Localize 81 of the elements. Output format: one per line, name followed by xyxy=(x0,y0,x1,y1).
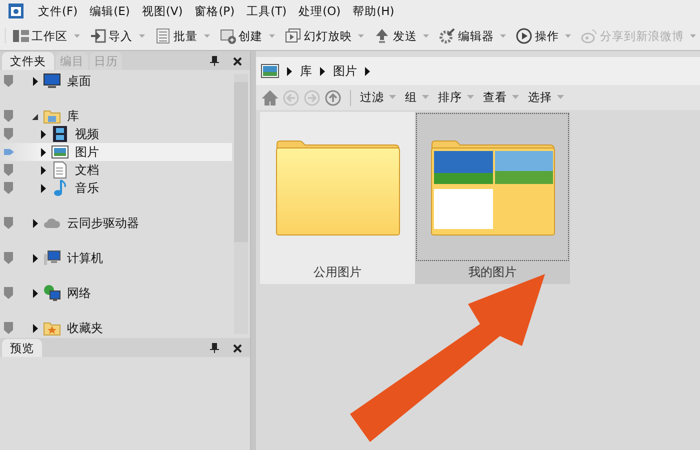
caret-icon xyxy=(389,95,396,100)
menu-item[interactable]: 视图(V) xyxy=(142,4,183,18)
menu-item[interactable]: 帮助(H) xyxy=(352,4,394,18)
breadcrumb-link[interactable]: 图片 xyxy=(333,62,357,80)
folder-with-photos-icon xyxy=(430,138,556,236)
picture-icon xyxy=(261,64,279,78)
caret-icon xyxy=(204,34,210,38)
folder-tile[interactable]: 公用图片 xyxy=(260,112,415,284)
folder-tile[interactable]: 我的图片 xyxy=(415,112,570,284)
folder-icon xyxy=(274,138,400,236)
toolbar-button[interactable]: 操作 xyxy=(514,26,561,46)
caret-icon xyxy=(138,34,145,38)
tree-item[interactable]: 云同步驱动器 xyxy=(67,214,139,232)
toolbar-button[interactable]: 导入 xyxy=(88,26,135,46)
app-icon xyxy=(8,3,24,19)
chevron-right-icon xyxy=(287,66,292,76)
monitor-icon xyxy=(43,72,61,90)
import-icon xyxy=(90,28,106,44)
toolbar-button[interactable]: 幻灯放映 xyxy=(282,26,354,46)
toolbar-menu[interactable]: 查看 xyxy=(483,90,507,105)
folder-label: 我的图片 xyxy=(468,264,516,280)
breadcrumb-link[interactable]: 库 xyxy=(300,62,312,80)
toolbar-button[interactable]: 创建 xyxy=(218,26,265,46)
pin-icon xyxy=(210,343,219,353)
caret-icon xyxy=(557,95,564,100)
document-icon xyxy=(51,161,69,179)
film-icon xyxy=(51,125,69,143)
slides-icon xyxy=(284,28,301,44)
caret-icon xyxy=(512,95,519,100)
menu-item[interactable]: 编辑(E) xyxy=(90,4,130,18)
tree-item[interactable]: 视频 xyxy=(75,126,99,142)
caret-icon xyxy=(564,34,571,38)
gear-brush-icon xyxy=(438,28,455,44)
play-icon xyxy=(516,28,532,44)
menu-item[interactable]: 工具(T) xyxy=(246,4,287,18)
menu-item[interactable]: 文件(F) xyxy=(38,4,78,18)
folder-label: 公用图片 xyxy=(314,264,362,280)
caret-icon xyxy=(467,95,474,100)
toolbar-grip-icon xyxy=(4,26,7,46)
menu-item[interactable]: 处理(O) xyxy=(298,4,341,18)
tree-item[interactable]: 计算机 xyxy=(67,250,103,266)
close-icon xyxy=(233,56,242,66)
tree-item[interactable]: 音乐 xyxy=(75,180,99,196)
tree-item[interactable]: 库 xyxy=(67,108,79,124)
caret-icon xyxy=(690,34,696,38)
workspace-icon xyxy=(12,28,29,44)
computer-icon xyxy=(43,249,61,267)
panel-tab[interactable]: 文件夹 xyxy=(2,52,54,70)
tree-item[interactable]: 桌面 xyxy=(67,72,91,90)
toolbar-menu[interactable]: 排序 xyxy=(438,90,462,105)
toolbar-button[interactable]: 批量 xyxy=(152,26,200,46)
tree-item[interactable]: 文档 xyxy=(75,162,99,178)
toolbar-menu[interactable]: 过滤 xyxy=(360,90,384,105)
tree-item[interactable]: 收藏夹 xyxy=(67,320,103,336)
up-arrow-icon xyxy=(374,28,390,44)
picture-icon xyxy=(51,143,69,161)
tree-item[interactable]: 网络 xyxy=(67,284,91,302)
chevron-right-icon xyxy=(365,66,370,76)
caret-icon xyxy=(74,34,80,38)
caret-icon xyxy=(500,34,506,38)
caret-icon xyxy=(358,34,364,38)
caret-icon xyxy=(422,95,429,100)
chevron-right-icon xyxy=(320,66,325,76)
toolbar-menu[interactable]: 组 xyxy=(405,90,417,105)
toolbar-button[interactable]: 工作区 xyxy=(10,26,70,46)
tag-icon xyxy=(4,146,14,158)
toolbar-menu[interactable]: 选择 xyxy=(528,90,552,105)
list-icon xyxy=(154,28,171,44)
toolbar-button[interactable]: 发送 xyxy=(372,26,419,46)
close-icon xyxy=(233,344,242,352)
home-icon[interactable] xyxy=(262,90,278,106)
network-globe-icon xyxy=(43,284,61,302)
pin-icon xyxy=(210,56,219,66)
menu-item[interactable]: 窗格(P) xyxy=(194,4,235,18)
caret-icon xyxy=(268,34,275,38)
music-note-icon xyxy=(51,179,69,197)
caret-icon xyxy=(422,34,429,38)
tree-item[interactable]: 图片 xyxy=(75,144,99,160)
image-add-icon xyxy=(220,28,236,44)
toolbar-button[interactable]: 编辑器 xyxy=(436,26,496,46)
panel-tab[interactable]: 预览 xyxy=(2,339,42,357)
